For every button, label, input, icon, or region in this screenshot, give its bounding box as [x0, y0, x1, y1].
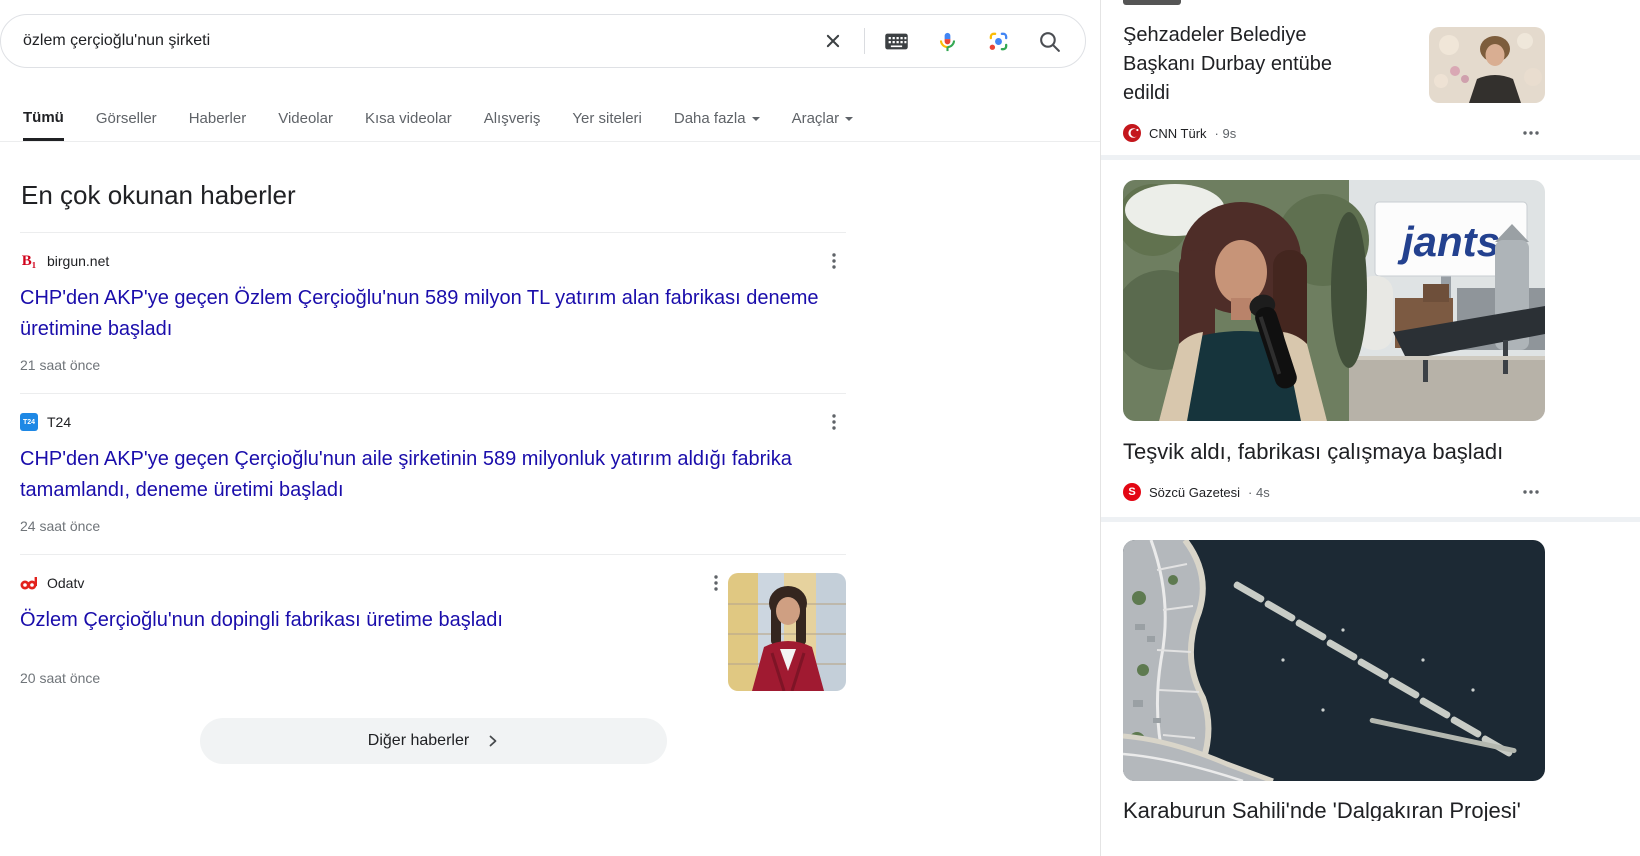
cutoff-content-fragment	[1123, 0, 1181, 5]
result-thumbnail[interactable]	[728, 573, 846, 691]
tab-label: Tümü	[23, 109, 64, 126]
source-row: T24 T24	[20, 412, 846, 432]
search-bar	[0, 14, 1086, 68]
result-menu-icon[interactable]	[704, 571, 728, 595]
panel-divider	[1100, 0, 1101, 856]
result-timestamp: 21 saat önce	[20, 357, 846, 373]
tab-label: Haberler	[189, 110, 247, 127]
tab-label: Yer siteleri	[572, 110, 641, 127]
panel-card-title[interactable]: Karaburun Sahili'nde 'Dalgakıran Projesi…	[1123, 796, 1553, 821]
tab-alisveris[interactable]: Alışveriş	[484, 96, 541, 141]
panel-card-thumbnail[interactable]	[1429, 27, 1545, 103]
odatv-favicon	[20, 574, 38, 592]
panel-card-title[interactable]: Şehzadeler Belediye Başkanı Durbay entüb…	[1123, 21, 1361, 108]
more-news-label: Diğer haberler	[368, 732, 469, 750]
source-name: T24	[47, 414, 71, 430]
tab-videolar[interactable]: Videolar	[278, 96, 333, 141]
more-news-button[interactable]: Diğer haberler	[200, 718, 667, 764]
panel-card-meta: S Sözcü Gazetesi · 4s	[1123, 483, 1270, 501]
chevron-down-icon	[845, 117, 853, 121]
cnn-turk-logo	[1123, 124, 1141, 142]
panel-source-name: Sözcü Gazetesi	[1149, 485, 1240, 500]
panel-card-title[interactable]: Teşvik aldı, fabrikası çalışmaya başladı	[1123, 437, 1545, 467]
tab-label: Araçlar	[792, 110, 840, 127]
source-name: Odatv	[47, 575, 84, 591]
panel-card-meta: CNN Türk · 9s	[1123, 124, 1236, 142]
page-title: En çok okunan haberler	[21, 180, 296, 211]
panel-card-image[interactable]	[1123, 540, 1545, 781]
search-bar-icons	[819, 28, 1085, 55]
t24-favicon: T24	[20, 413, 38, 431]
factory-sign-text: jants	[1397, 218, 1500, 265]
result-title-link[interactable]: CHP'den AKP'ye geçen Özlem Çerçioğlu'nun…	[20, 283, 835, 345]
tab-label: Videolar	[278, 110, 333, 127]
tab-tumu[interactable]: Tümü	[23, 96, 64, 141]
result-type-tabs: Tümü Görseller Haberler Videolar Kısa vi…	[0, 96, 1100, 142]
tab-label: Kısa videolar	[365, 110, 452, 127]
result-title-link[interactable]: CHP'den AKP'ye geçen Çerçioğlu'nun aile …	[20, 444, 835, 506]
panel-timestamp: · 4s	[1248, 485, 1270, 500]
result-menu-icon[interactable]	[822, 410, 846, 434]
news-result: B₁ birgun.net CHP'den AKP'ye geçen Özlem…	[20, 232, 846, 393]
tab-label: Daha fazla	[674, 110, 746, 127]
result-timestamp: 20 saat önce	[20, 670, 846, 686]
panel-section-divider	[1101, 155, 1640, 160]
news-result: Odatv Özlem Çerçioğlu'nun dopingli fabri…	[20, 554, 846, 710]
search-icon[interactable]	[1036, 28, 1063, 55]
google-lens-icon[interactable]	[985, 28, 1012, 55]
panel-card-menu-icon[interactable]	[1519, 480, 1543, 504]
tab-daha-fazla[interactable]: Daha fazla	[674, 96, 760, 141]
source-row: B₁ birgun.net	[20, 251, 846, 271]
tab-label: Alışveriş	[484, 110, 541, 127]
news-result: T24 T24 CHP'den AKP'ye geçen Çerçioğlu'n…	[20, 393, 846, 554]
keyboard-icon[interactable]	[883, 28, 910, 55]
clear-icon[interactable]	[819, 28, 846, 55]
source-name: birgun.net	[47, 253, 109, 269]
search-bar-separator	[864, 28, 865, 54]
tab-gorseller[interactable]: Görseller	[96, 96, 157, 141]
panel-timestamp: · 9s	[1215, 126, 1237, 141]
chevron-down-icon	[752, 117, 760, 121]
news-results-list: B₁ birgun.net CHP'den AKP'ye geçen Özlem…	[20, 232, 846, 710]
right-chevron-icon	[487, 735, 499, 747]
result-menu-icon[interactable]	[822, 249, 846, 273]
search-input[interactable]	[1, 32, 819, 50]
tab-haberler[interactable]: Haberler	[189, 96, 247, 141]
sozcu-logo: S	[1123, 483, 1141, 501]
voice-search-icon[interactable]	[934, 28, 961, 55]
tab-araclar[interactable]: Araçlar	[792, 96, 854, 141]
panel-card-image[interactable]: jants	[1123, 180, 1545, 421]
result-timestamp: 24 saat önce	[20, 518, 846, 534]
tab-kisa-videolar[interactable]: Kısa videolar	[365, 96, 452, 141]
tab-label: Görseller	[96, 110, 157, 127]
birgun-favicon: B₁	[20, 252, 38, 270]
result-title-link[interactable]: Özlem Çerçioğlu'nun dopingli fabrikası ü…	[20, 605, 660, 636]
panel-section-divider	[1101, 517, 1640, 522]
tab-yer-siteleri[interactable]: Yer siteleri	[572, 96, 641, 141]
panel-source-name: CNN Türk	[1149, 126, 1207, 141]
google-search-results-page: Tümü Görseller Haberler Videolar Kısa vi…	[0, 0, 1640, 856]
panel-card-menu-icon[interactable]	[1519, 121, 1543, 145]
